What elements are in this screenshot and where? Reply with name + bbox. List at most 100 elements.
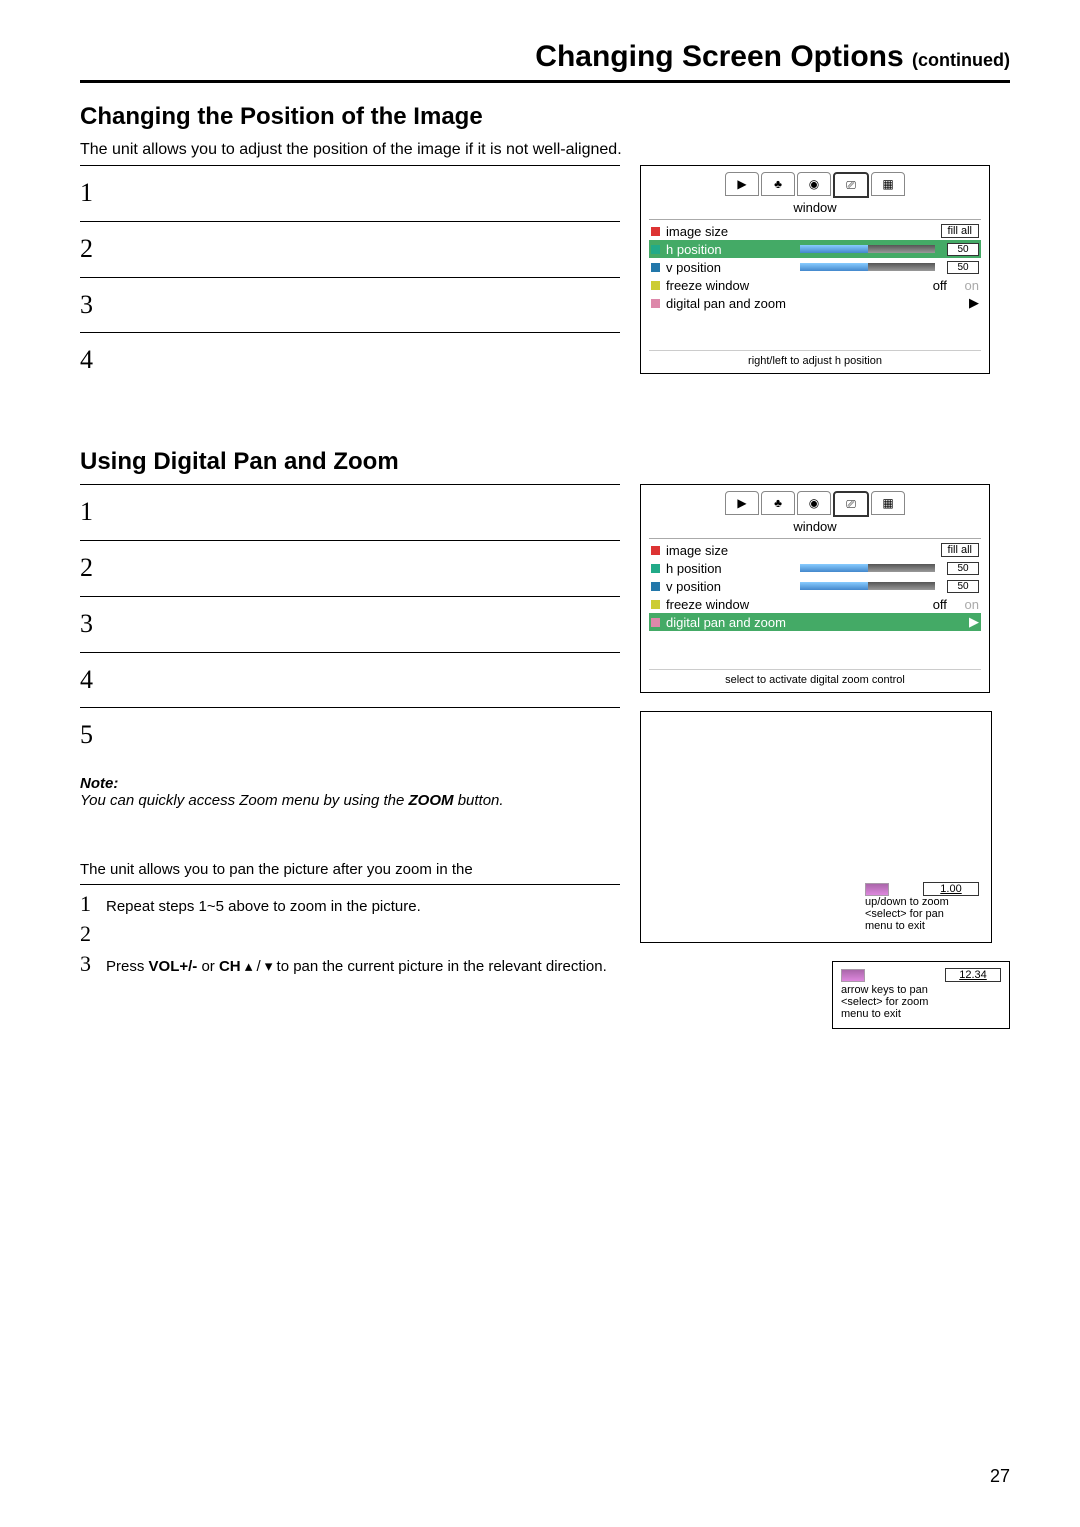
note-bold: ZOOM <box>409 792 454 809</box>
section1-intro: The unit allows you to adjust the positi… <box>80 141 1010 159</box>
bullet-icon <box>651 281 660 290</box>
osd-digital-pan-zoom[interactable]: digital pan and zoom ▶ <box>651 294 979 312</box>
header-title: Changing Screen Options <box>535 40 903 73</box>
grid-icon: ▦ <box>882 177 893 191</box>
osd-h-position[interactable]: h position 50 <box>649 240 981 258</box>
pan-hint-line: menu to exit <box>841 1008 1001 1020</box>
step-number: 2 <box>80 545 93 592</box>
osd-freeze[interactable]: freeze window off on <box>651 595 979 613</box>
bullet-icon <box>651 299 660 308</box>
chevron-right-icon: ▶ <box>969 295 979 311</box>
osd-label: digital pan and zoom <box>666 615 794 630</box>
osd-tab[interactable]: ◉ <box>797 491 831 515</box>
header-suffix: (continued) <box>912 50 1010 70</box>
osd-h-position[interactable]: h position 50 <box>651 559 979 577</box>
osd-tab-window[interactable]: ⎚ <box>833 491 869 517</box>
page-header: Changing Screen Options (continued) <box>80 40 1010 83</box>
toggle-off: off <box>933 597 947 612</box>
osd-tab[interactable]: ▦ <box>871 491 905 515</box>
zoom-thumb-icon <box>865 883 889 896</box>
step-number: 3 <box>80 951 94 977</box>
osd-slider[interactable] <box>800 263 935 271</box>
toggle-on: on <box>965 597 979 612</box>
pan-hint-line: arrow keys to pan <box>841 984 1001 996</box>
step-number: 5 <box>80 712 93 759</box>
step-number: 1 <box>80 489 93 536</box>
zoom-hint: 1.00 up/down to zoom <select> for pan me… <box>865 882 979 932</box>
osd-menu-1: ▶ ♣ ◉ ⎚ ▦ window image size fill all h <box>640 165 990 374</box>
pan-intro: The unit allows you to pan the picture a… <box>80 861 620 878</box>
osd-label: image size <box>666 224 794 239</box>
note-label: Note: <box>80 775 118 792</box>
bullet-icon <box>651 245 660 254</box>
bullet-icon <box>651 546 660 555</box>
osd-label: v position <box>666 579 794 594</box>
osd-toggle[interactable]: off on <box>933 278 979 293</box>
section2-steps: 1 2 3 4 5 <box>80 484 620 763</box>
pan-thumb-icon <box>841 969 865 982</box>
step-number: 3 <box>80 282 93 329</box>
osd-label: image size <box>666 543 794 558</box>
osd-slider[interactable] <box>800 582 935 590</box>
osd-label: freeze window <box>666 278 794 293</box>
zoom-hint-line: <select> for pan <box>865 908 979 920</box>
bullet-icon <box>651 618 660 627</box>
color-icon: ♣ <box>774 177 782 191</box>
osd-image-size[interactable]: image size fill all <box>651 541 979 559</box>
osd-tab[interactable]: ▶ <box>725 491 759 515</box>
osd-label: freeze window <box>666 597 794 612</box>
osd-tab[interactable]: ▦ <box>871 172 905 196</box>
bullet-icon <box>651 582 660 591</box>
osd-v-position[interactable]: v position 50 <box>651 577 979 595</box>
pan-step: 3 Press VOL+/- or CH ▴ / ▾ to pan the cu… <box>80 951 620 977</box>
osd-menu-2: ▶ ♣ ◉ ⎚ ▦ window image size fill all h <box>640 484 990 693</box>
osd-tab[interactable]: ▶ <box>725 172 759 196</box>
pan-hint-box: 12.34 arrow keys to pan <select> for zoo… <box>832 961 1010 1029</box>
step-number: 2 <box>80 226 93 273</box>
osd-slider[interactable] <box>800 564 935 572</box>
target-icon: ◉ <box>809 177 819 191</box>
osd-value: 50 <box>947 261 979 274</box>
bullet-icon <box>651 227 660 236</box>
section2-title: Using Digital Pan and Zoom <box>80 448 1010 476</box>
osd-tab-title: window <box>649 198 981 220</box>
step-number: 1 <box>80 170 93 217</box>
zoom-preview: 1.00 up/down to zoom <select> for pan me… <box>640 711 992 943</box>
step-number: 4 <box>80 337 93 384</box>
section1-steps: 1 2 3 4 <box>80 165 620 388</box>
osd-tab[interactable]: ♣ <box>761 491 795 515</box>
osd-value[interactable]: fill all <box>941 543 979 557</box>
step-number: 2 <box>80 921 94 947</box>
osd-tab-window[interactable]: ⎚ <box>833 172 869 198</box>
osd-hint: right/left to adjust h position <box>649 350 981 373</box>
osd-label: h position <box>666 242 794 257</box>
window-icon: ⎚ <box>846 497 856 512</box>
note-tail: button. <box>458 792 504 809</box>
osd-toggle[interactable]: off on <box>933 597 979 612</box>
osd-v-position[interactable]: v position 50 <box>651 258 979 276</box>
pan-step: 1 Repeat steps 1~5 above to zoom in the … <box>80 891 620 917</box>
osd-label: digital pan and zoom <box>666 296 794 311</box>
osd-tabs: ▶ ♣ ◉ ⎚ ▦ <box>641 485 989 517</box>
osd-digital-pan-zoom[interactable]: digital pan and zoom ▶ <box>649 613 981 631</box>
play-icon: ▶ <box>737 496 746 510</box>
osd-value: 50 <box>947 243 979 256</box>
step-number: 4 <box>80 657 93 704</box>
note: Note: You can quickly access Zoom menu b… <box>80 775 620 809</box>
osd-value: 50 <box>947 580 979 593</box>
step-text: Repeat steps 1~5 above to zoom in the pi… <box>106 898 421 915</box>
osd-tab[interactable]: ◉ <box>797 172 831 196</box>
pan-step: 2 <box>80 921 620 947</box>
osd-image-size[interactable]: image size fill all <box>651 222 979 240</box>
toggle-off: off <box>933 278 947 293</box>
osd-tab[interactable]: ♣ <box>761 172 795 196</box>
osd-label: v position <box>666 260 794 275</box>
osd-slider[interactable] <box>800 245 935 253</box>
osd-label: h position <box>666 561 794 576</box>
grid-icon: ▦ <box>882 496 893 510</box>
step-number: 3 <box>80 601 93 648</box>
toggle-on: on <box>965 278 979 293</box>
osd-value[interactable]: fill all <box>941 224 979 238</box>
osd-freeze[interactable]: freeze window off on <box>651 276 979 294</box>
zoom-hint-line: up/down to zoom <box>865 896 979 908</box>
